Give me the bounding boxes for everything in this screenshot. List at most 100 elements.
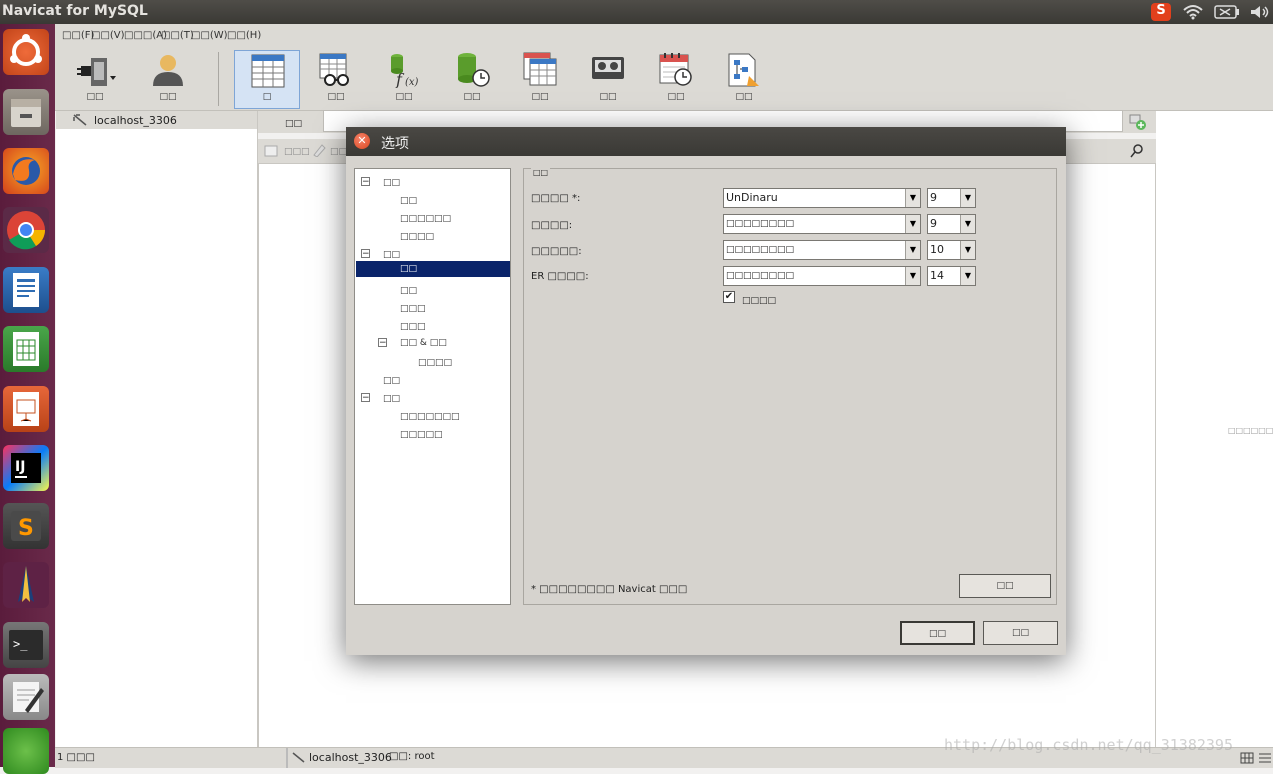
font-select-value: □□□□□□□□	[726, 219, 795, 229]
impress-icon[interactable]	[3, 386, 49, 432]
connection-button[interactable]: □□	[62, 46, 128, 108]
field-label: □□□□:	[531, 220, 573, 231]
font-select[interactable]: □□□□□□□□ ▼	[723, 240, 921, 260]
tree-item[interactable]: □□□□	[418, 355, 452, 371]
menu-file[interactable]: □□(F)	[62, 30, 94, 41]
user-button[interactable]: □□	[135, 46, 201, 108]
menu-window[interactable]: □□(W)	[191, 30, 228, 41]
terminal-icon[interactable]: >_	[3, 622, 49, 668]
menu-tools[interactable]: □□(T)	[161, 30, 194, 41]
add-tab-icon[interactable]	[1128, 113, 1148, 131]
info-pane: □□□□□□□	[1156, 111, 1273, 747]
chrome-icon[interactable]	[3, 207, 49, 253]
toolbar-separator	[218, 52, 219, 106]
font-select-value: □□□□□□□□	[726, 271, 795, 281]
tree-item[interactable]: □□	[400, 283, 417, 299]
table-icon	[251, 54, 285, 88]
menu-help[interactable]: □□(H)	[227, 30, 261, 41]
field-label: □□□□ *:	[531, 193, 581, 204]
font-select[interactable]: □□□□□□□□ ▼	[723, 266, 921, 286]
tree-item[interactable]: □□□	[400, 319, 426, 335]
font-select-value: UnDinaru	[726, 191, 778, 204]
font-size-value: 10	[930, 243, 944, 256]
font-size-select[interactable]: 10 ▼	[927, 240, 976, 260]
user-label: □□	[159, 92, 177, 102]
ok-button[interactable]: □□	[900, 621, 975, 645]
chevron-down-icon: ▼	[905, 241, 920, 259]
design-table-icon[interactable]	[312, 143, 326, 157]
tree-item[interactable]: □□□	[400, 301, 426, 317]
schedule-icon	[659, 53, 692, 86]
menu-view[interactable]: □□(V)	[91, 30, 125, 41]
tree-item[interactable]: □□□□	[400, 229, 434, 245]
search-icon[interactable]	[1130, 144, 1144, 158]
tree-item[interactable]: □□□□□□□	[400, 409, 460, 425]
calc-icon[interactable]	[3, 326, 49, 372]
sublime-icon[interactable]: S	[3, 503, 49, 549]
font-size-value: 9	[930, 191, 937, 204]
tree-item[interactable]: □□	[383, 391, 400, 407]
table-label: □	[262, 92, 272, 102]
tree-item[interactable]: □□	[383, 175, 400, 191]
view-label: □□	[327, 92, 345, 102]
reset-button[interactable]: □□	[959, 574, 1051, 598]
dialog-titlebar: ✕ 选项	[346, 127, 1066, 156]
tree-item[interactable]: □□ & □□	[400, 335, 447, 351]
svg-text:(x): (x)	[405, 77, 419, 88]
model-button[interactable]: □□	[711, 46, 777, 108]
table-button[interactable]: □	[234, 50, 300, 109]
function-label: □□	[395, 92, 413, 102]
tree-item[interactable]: □□	[400, 193, 417, 209]
open-table-icon[interactable]	[264, 143, 278, 157]
cancel-button[interactable]: □□	[983, 621, 1058, 645]
intellij-icon[interactable]: IJ	[3, 445, 49, 491]
chevron-down-icon: ▼	[905, 189, 920, 207]
files-icon[interactable]	[3, 89, 49, 135]
event-button[interactable]: □□	[439, 46, 505, 108]
close-icon[interactable]: ✕	[354, 133, 370, 149]
battery-icon[interactable]	[1214, 5, 1240, 19]
font-size-select[interactable]: 9 ▼	[927, 188, 976, 208]
view-button[interactable]: □□	[303, 46, 369, 108]
tree-item[interactable]: □□□□□	[400, 427, 443, 443]
wifi-icon[interactable]	[1182, 4, 1204, 20]
volume-icon[interactable]	[1249, 4, 1271, 20]
font-select[interactable]: □□□□□□□□ ▼	[723, 214, 921, 234]
font-size-value: 14	[930, 269, 944, 282]
function-button[interactable]: f (x) □□	[371, 46, 437, 108]
green-app-icon[interactable]	[3, 728, 49, 774]
font-size-select[interactable]: 9 ▼	[927, 214, 976, 234]
tree-collapse-icon[interactable]: −	[361, 393, 370, 403]
grid-view-icon[interactable]	[1240, 752, 1254, 764]
connection-row[interactable]: localhost_3306	[56, 111, 257, 129]
checkbox[interactable]: ✔	[723, 291, 735, 303]
status-connection-icon	[292, 752, 305, 763]
tree-item[interactable]: □□□□□□	[400, 211, 451, 227]
connection-tree: localhost_3306	[56, 111, 258, 747]
ubuntu-dash-icon[interactable]	[3, 29, 49, 75]
query-button[interactable]: □□	[507, 46, 573, 108]
chevron-down-icon: ▼	[960, 189, 975, 207]
function-icon: f (x)	[391, 54, 419, 88]
tab-objects[interactable]: □□	[285, 119, 302, 129]
event-icon	[458, 53, 490, 87]
open-table-label[interactable]: □□□	[284, 147, 310, 157]
tree-collapse-icon[interactable]: −	[361, 177, 370, 187]
tree-collapse-icon[interactable]: −	[378, 338, 387, 348]
writer-icon[interactable]	[3, 267, 49, 313]
design-table-label[interactable]: □□	[330, 147, 347, 157]
font-select[interactable]: UnDinaru ▼	[723, 188, 921, 208]
font-size-select[interactable]: 14 ▼	[927, 266, 976, 286]
schedule-button[interactable]: □□	[643, 46, 709, 108]
text-editor-icon[interactable]	[3, 674, 49, 720]
connection-name: localhost_3306	[94, 114, 177, 127]
tree-item[interactable]: □□	[383, 373, 400, 389]
tree-item-selected[interactable]: □□	[356, 261, 510, 277]
input-method-icon[interactable]: S	[1151, 3, 1171, 21]
list-view-icon[interactable]	[1258, 752, 1272, 764]
options-tree: − □□ □□ □□□□□□ □□□□ − □□ □□ □□ □□□ □□□ −…	[354, 168, 511, 605]
tree-collapse-icon[interactable]: −	[361, 249, 370, 259]
firefox-icon[interactable]	[3, 148, 49, 194]
backup-button[interactable]: □□	[575, 46, 641, 108]
app-pen-icon[interactable]	[3, 562, 49, 608]
